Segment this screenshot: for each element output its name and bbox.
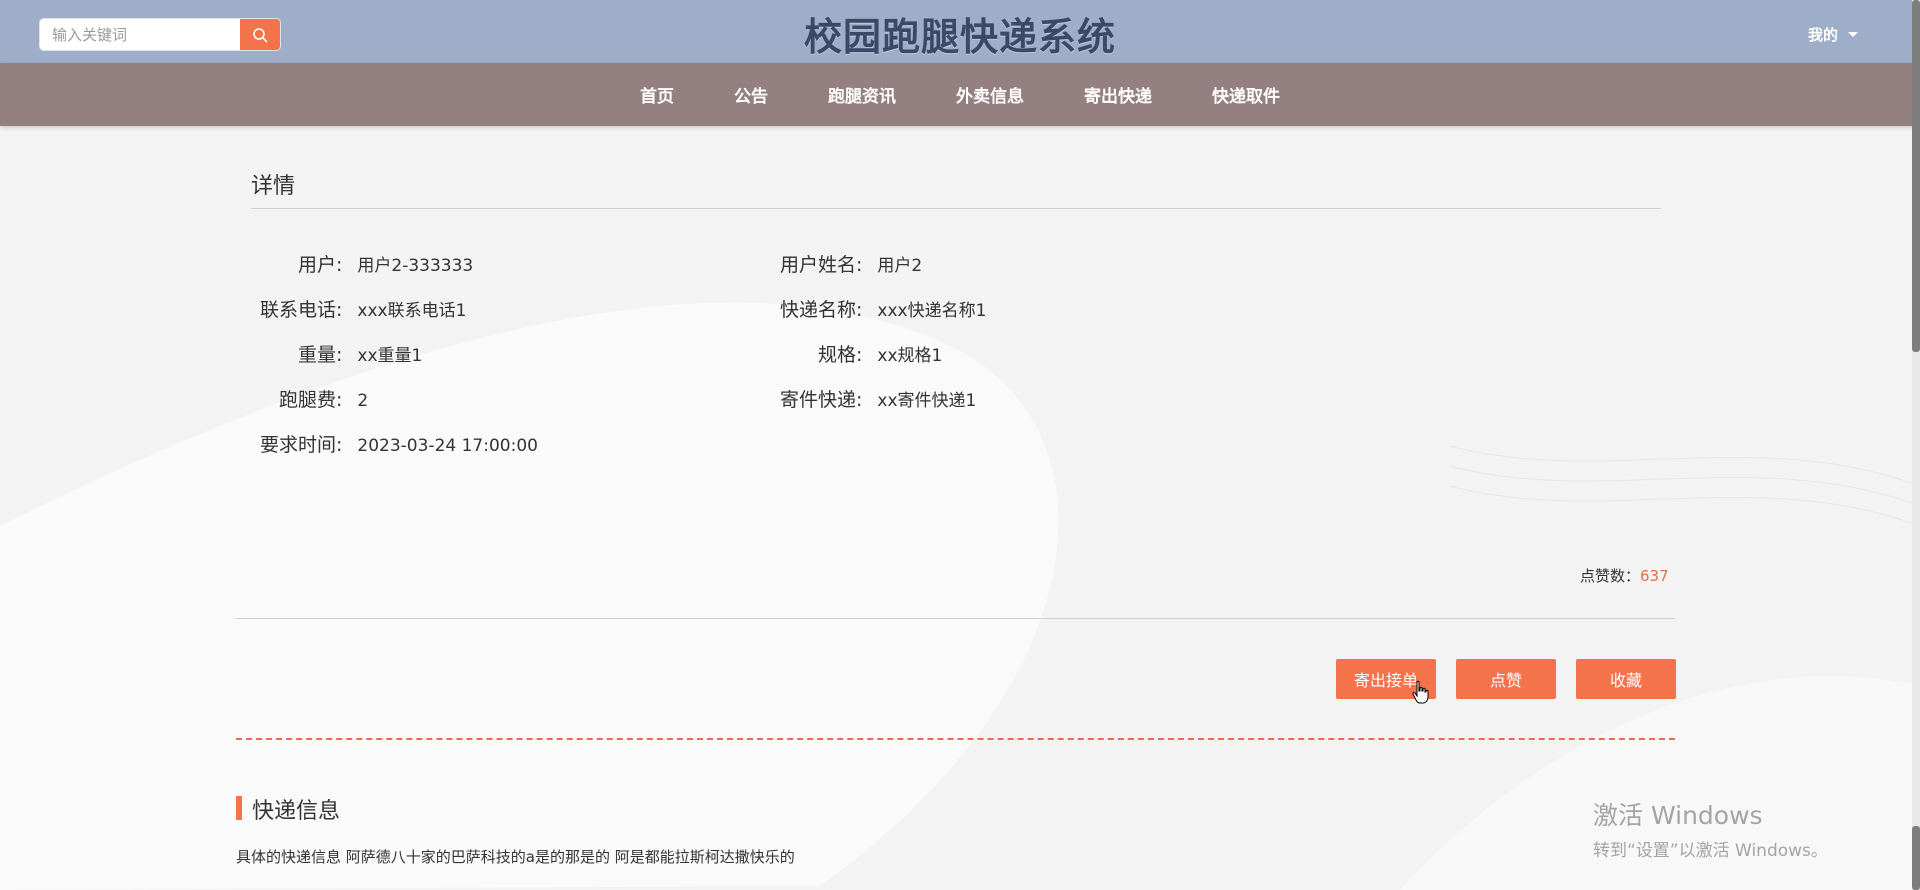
field-user-name: 用户姓名: 用户2 (771, 250, 922, 278)
info-title-accent (236, 796, 242, 820)
field-value: 用户2 (877, 256, 923, 276)
title-divider (251, 208, 1661, 209)
field-colon: : (856, 254, 863, 276)
field-value: 2 (357, 391, 369, 411)
chevron-down-icon (1848, 32, 1859, 37)
field-express-name: 快递名称: xxx快递名称1 (771, 295, 986, 323)
like-button[interactable]: 点赞 (1456, 659, 1556, 699)
field-label: 快递名称 (779, 299, 856, 321)
field-colon: : (336, 389, 343, 411)
field-value: xxx快递名称1 (877, 301, 987, 321)
field-user: 用户: 用户2-333333 (251, 250, 473, 278)
field-colon: : (336, 434, 343, 456)
field-label: 联系电话 (259, 299, 336, 321)
field-spec: 规格: xx规格1 (771, 340, 942, 368)
watermark-line2: 转到“设置”以激活 Windows。 (1593, 841, 1828, 861)
background-decoration (0, 302, 1920, 890)
nav-item-send-express[interactable]: 寄出快递 (1084, 82, 1152, 107)
field-colon: : (336, 299, 343, 321)
main-nav: 首页 公告 跑腿资讯 外卖信息 寄出快递 快递取件 (0, 63, 1920, 126)
field-label: 寄件快递 (779, 389, 856, 411)
nav-item-pickup-express[interactable]: 快递取件 (1212, 82, 1280, 107)
likes-count: 点赞数：637 (1580, 565, 1669, 586)
field-label: 规格 (817, 344, 856, 366)
content-divider (236, 618, 1675, 619)
field-label: 重量 (297, 344, 336, 366)
field-colon: : (856, 344, 863, 366)
likes-label: 点赞数： (1580, 567, 1641, 585)
user-menu-label: 我的 (1808, 26, 1839, 44)
field-label: 用户 (297, 254, 336, 276)
scrollbar-track[interactable] (1912, 0, 1920, 890)
field-value: xx重量1 (357, 346, 423, 366)
site-title: 校园跑腿快递系统 (803, 15, 1116, 59)
nav-item-home[interactable]: 首页 (640, 82, 674, 107)
header: 校园跑腿快递系统 我的 (0, 0, 1920, 63)
info-section-title: 快递信息 (252, 799, 341, 824)
section-divider-dashed (236, 738, 1675, 740)
nav-item-takeout[interactable]: 外卖信息 (956, 82, 1024, 107)
scrollbar-thumb[interactable] (1912, 0, 1920, 352)
info-content: 具体的快递信息 阿萨德八十家的巴萨科技的a是的那是的 阿是都能拉斯柯达撒快乐的 (236, 848, 795, 866)
hand-pointer-icon (1412, 680, 1429, 704)
field-weight: 重量: xx重量1 (251, 340, 422, 368)
nav-item-errand-news[interactable]: 跑腿资讯 (828, 82, 896, 107)
field-label: 跑腿费 (278, 389, 336, 411)
field-send-express: 寄件快递: xx寄件快递1 (771, 385, 976, 413)
field-value: xxx联系电话1 (357, 301, 467, 321)
field-value: 用户2-333333 (357, 256, 474, 276)
field-colon: : (336, 254, 343, 276)
field-value: xx寄件快递1 (877, 391, 977, 411)
user-menu[interactable]: 我的 (1808, 24, 1859, 45)
field-phone: 联系电话: xxx联系电话1 (251, 295, 466, 323)
windows-activation-watermark: 激活 Windows 转到“设置”以激活 Windows。 (1593, 796, 1828, 861)
likes-number: 637 (1640, 567, 1669, 585)
field-errand-fee: 跑腿费: 2 (251, 385, 368, 413)
watermark-line1: 激活 Windows (1593, 801, 1763, 830)
field-label: 要求时间 (259, 434, 336, 456)
field-value: xx规格1 (877, 346, 943, 366)
field-colon: : (856, 389, 863, 411)
field-label: 用户姓名 (779, 254, 856, 276)
nav-item-notice[interactable]: 公告 (734, 82, 768, 107)
scrollbar-thumb-lower[interactable] (1912, 826, 1920, 890)
field-colon: : (336, 344, 343, 366)
favorite-button[interactable]: 收藏 (1576, 659, 1676, 699)
detail-section-title: 详情 (251, 174, 296, 199)
field-required-time: 要求时间: 2023-03-24 17:00:00 (251, 430, 538, 458)
field-colon: : (856, 299, 863, 321)
field-value: 2023-03-24 17:00:00 (357, 436, 538, 456)
